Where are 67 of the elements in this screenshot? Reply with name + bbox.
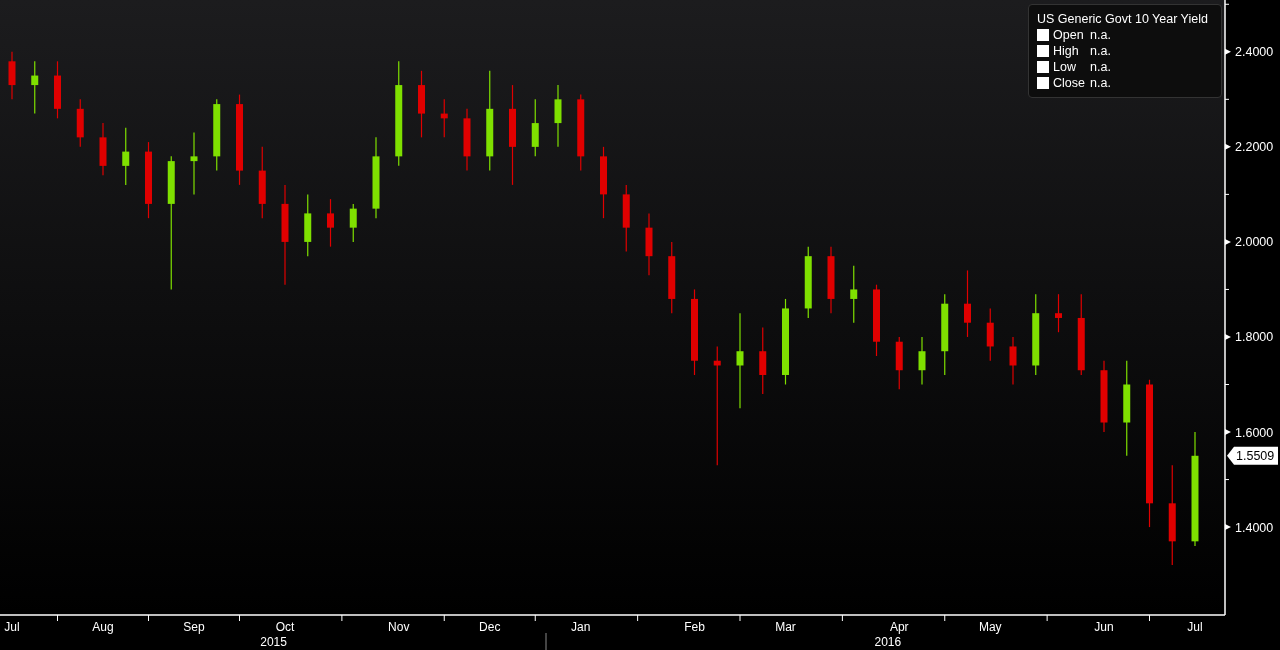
x-axis-label: Feb <box>684 620 705 634</box>
y-axis-label: 1.8000 <box>1225 330 1274 345</box>
y-axis-label: 2.0000 <box>1225 235 1274 250</box>
legend-swatch <box>1037 45 1049 57</box>
candlestick <box>440 98 448 138</box>
legend-swatch <box>1037 61 1049 73</box>
legend-title: US Generic Govt 10 Year Yield <box>1037 11 1209 27</box>
legend-label: Close <box>1053 75 1086 91</box>
legend-value: n.a. <box>1090 27 1111 43</box>
candlestick <box>8 51 16 100</box>
y-tick-label: 1.6000 <box>1235 425 1274 440</box>
candlestick <box>895 336 903 390</box>
candlestick <box>622 184 630 252</box>
candlestick <box>190 132 198 195</box>
legend-label: Open <box>1053 27 1085 43</box>
candlestick <box>1055 293 1062 333</box>
last-price-tag: 1.5509 <box>1227 446 1278 465</box>
candlestick <box>76 98 84 148</box>
candlestick <box>554 84 562 148</box>
x-axis-label: Aug <box>92 620 114 634</box>
candlestick <box>850 265 858 324</box>
candlestick <box>327 198 334 248</box>
legend-value: n.a. <box>1090 59 1111 75</box>
x-axis-label: May <box>978 620 1002 634</box>
y-axis-label: 2.4000 <box>1225 45 1274 60</box>
y-axis-label: 1.6000 <box>1225 425 1274 440</box>
legend-label: High <box>1053 43 1080 59</box>
legend-label: Low <box>1053 59 1077 75</box>
x-axis-label: Apr <box>889 620 909 634</box>
x-axis-label: Oct <box>275 620 295 634</box>
y-axis-label: 1.4000 <box>1225 520 1274 535</box>
candlestick <box>986 307 994 362</box>
candlestick <box>122 127 130 186</box>
x-axis-label: Jan <box>571 620 591 634</box>
legend-value: n.a. <box>1090 75 1111 91</box>
y-tick-label: 2.4000 <box>1235 45 1274 60</box>
candlestick <box>31 60 39 115</box>
legend-swatch <box>1037 77 1049 89</box>
candlestick <box>349 203 357 243</box>
x-axis-label: Jul <box>1187 620 1203 634</box>
y-tick-label: 2.2000 <box>1235 140 1274 155</box>
y-axis-label: 2.2000 <box>1225 140 1274 155</box>
x-axis-label: Jul <box>4 620 20 634</box>
legend-swatch <box>1037 29 1049 41</box>
x-axis-label: Jun <box>1094 620 1114 634</box>
x-axis-label: Nov <box>388 620 410 634</box>
y-tick-label: 1.8000 <box>1235 330 1274 345</box>
candlestick <box>531 98 539 157</box>
y-tick-label: 1.4000 <box>1235 520 1274 535</box>
candlestick <box>304 193 312 257</box>
x-axis-label: Dec <box>479 620 501 634</box>
candlestick <box>99 122 107 176</box>
year-label: 2015 <box>260 635 287 649</box>
candlestick <box>827 246 835 314</box>
candlestick <box>645 212 653 276</box>
candlestick <box>463 108 471 172</box>
candlestick <box>418 70 425 138</box>
candlestick <box>964 269 971 338</box>
candlestick <box>759 326 767 395</box>
candlestick <box>54 60 61 119</box>
candlestick <box>1009 336 1017 386</box>
x-axis-label: Mar <box>775 620 796 634</box>
year-label: 2016 <box>874 635 902 649</box>
y-tick-label: 2.0000 <box>1235 235 1274 250</box>
x-axis-label: Sep <box>183 620 205 634</box>
legend-value: n.a. <box>1090 43 1111 59</box>
candlestick <box>918 336 926 386</box>
